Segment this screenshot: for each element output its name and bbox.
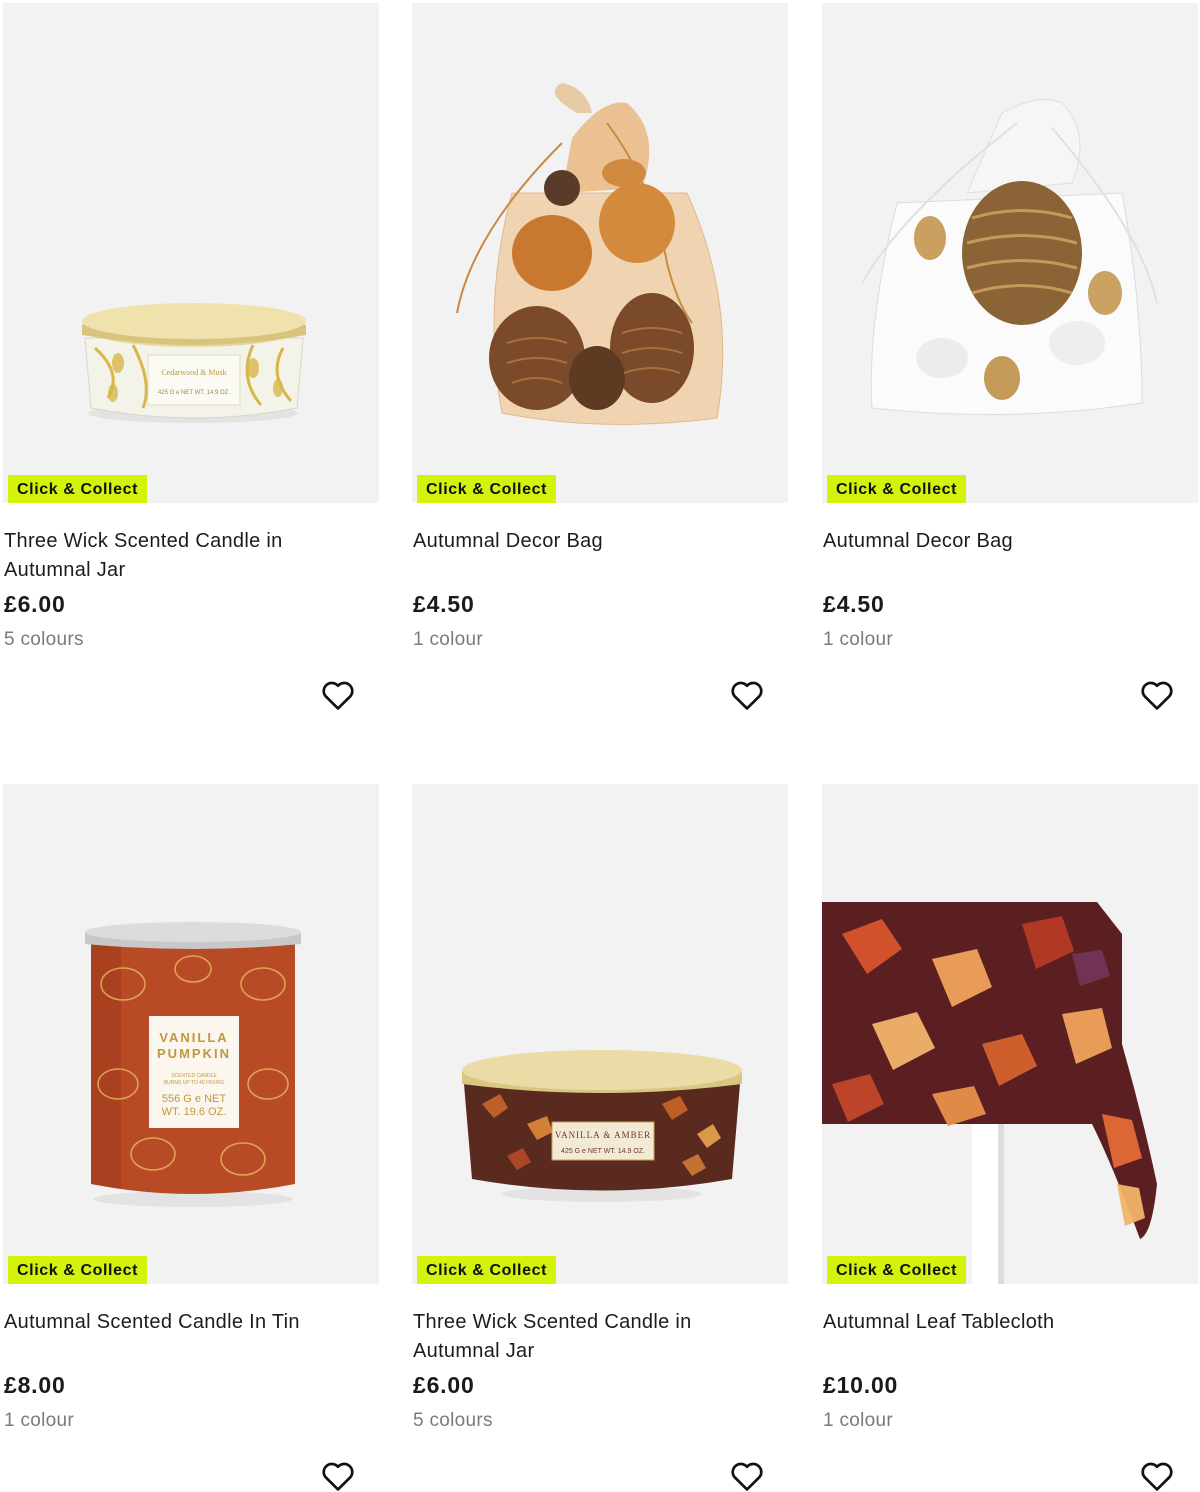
product-price: £4.50 [823,591,885,617]
tin-label-line-3: SCENTED CANDLE [171,1073,217,1079]
click-collect-badge: Click & Collect [8,475,148,503]
tablecloth-image [822,902,1157,1284]
tin-label-line-6: WT. 19.6 OZ. [162,1106,227,1118]
candle-jar-image: Cedarwood & Musk 425 G e NET WT. 14.9 OZ… [82,303,306,423]
tin-label-line-2: PUMPKIN [157,1046,231,1061]
wishlist-button[interactable] [319,1457,357,1492]
wishlist-button[interactable] [1138,676,1176,714]
heart-outline-icon [731,681,763,710]
heart-outline-icon [322,681,354,710]
product-card[interactable]: Cedarwood & Musk 425 G e NET WT. 14.9 OZ… [3,3,379,710]
product-image[interactable]: Click & Collect [822,784,1198,1284]
wishlist-button[interactable] [1138,1457,1176,1492]
wishlist-button[interactable] [728,676,766,714]
jar-label-name: VANILLA & AMBER [555,1130,651,1140]
product-title[interactable]: Autumnal Leaf Tablecloth [823,1308,1183,1337]
heart-outline-icon [322,1462,354,1491]
product-price: £6.00 [4,591,66,617]
jar-label-name: Cedarwood & Musk [161,368,226,377]
product-price: £8.00 [4,1372,66,1398]
wishlist-button[interactable] [728,1457,766,1492]
product-card[interactable]: Click & Collect Autumnal Decor Bag £4.50… [412,3,788,710]
decor-bag-image [861,99,1158,415]
product-card[interactable]: VANILLA & AMBER 425 G e NET WT. 14.9 OZ.… [412,784,788,1491]
colour-count: 5 colours [413,1410,493,1431]
colour-count: 5 colours [4,629,84,650]
product-price: £10.00 [823,1372,899,1398]
product-title[interactable]: Autumnal Scented Candle In Tin [4,1308,364,1337]
tin-label-line-5: 556 G e NET [162,1093,226,1105]
product-image[interactable]: VANILLA & AMBER 425 G e NET WT. 14.9 OZ.… [412,784,788,1284]
product-title[interactable]: Three Wick Scented Candle in Autumnal Ja… [4,527,364,585]
product-price: £6.00 [413,1372,475,1398]
click-collect-badge: Click & Collect [417,1256,557,1284]
jar-label-weight: 425 G e NET WT. 14.9 OZ. [561,1148,645,1155]
candle-tin-image: VANILLA PUMPKIN SCENTED CANDLE BURNS UP … [85,922,301,1207]
heart-outline-icon [731,1462,763,1491]
product-card[interactable]: VANILLA PUMPKIN SCENTED CANDLE BURNS UP … [3,784,379,1491]
decor-bag-image [456,83,724,425]
click-collect-badge: Click & Collect [8,1256,148,1284]
heart-outline-icon [1141,681,1173,710]
colour-count: 1 colour [823,629,893,650]
product-title[interactable]: Three Wick Scented Candle in Autumnal Ja… [413,1308,773,1366]
click-collect-badge: Click & Collect [827,475,967,503]
product-image[interactable]: Click & Collect [412,3,788,503]
product-card[interactable]: Click & Collect Autumnal Leaf Tablecloth… [822,784,1198,1491]
product-image[interactable]: Click & Collect [822,3,1198,503]
wishlist-button[interactable] [319,676,357,714]
click-collect-badge: Click & Collect [417,475,557,503]
colour-count: 1 colour [4,1410,74,1431]
heart-outline-icon [1141,1462,1173,1491]
colour-count: 1 colour [823,1410,893,1431]
tin-label-line-1: VANILLA [159,1030,228,1045]
tin-label-line-4: BURNS UP TO 40 HOURS [164,1080,225,1086]
product-image[interactable]: VANILLA PUMPKIN SCENTED CANDLE BURNS UP … [3,784,379,1284]
colour-count: 1 colour [413,629,483,650]
jar-label-weight: 425 G e NET WT. 14.9 OZ. [158,390,230,396]
candle-jar-image: VANILLA & AMBER 425 G e NET WT. 14.9 OZ. [462,1050,742,1202]
product-price: £4.50 [413,591,475,617]
click-collect-badge: Click & Collect [827,1256,967,1284]
product-card[interactable]: Click & Collect Autumnal Decor Bag £4.50… [822,3,1198,710]
product-title[interactable]: Autumnal Decor Bag [413,527,773,556]
product-image[interactable]: Cedarwood & Musk 425 G e NET WT. 14.9 OZ… [3,3,379,503]
product-title[interactable]: Autumnal Decor Bag [823,527,1183,556]
